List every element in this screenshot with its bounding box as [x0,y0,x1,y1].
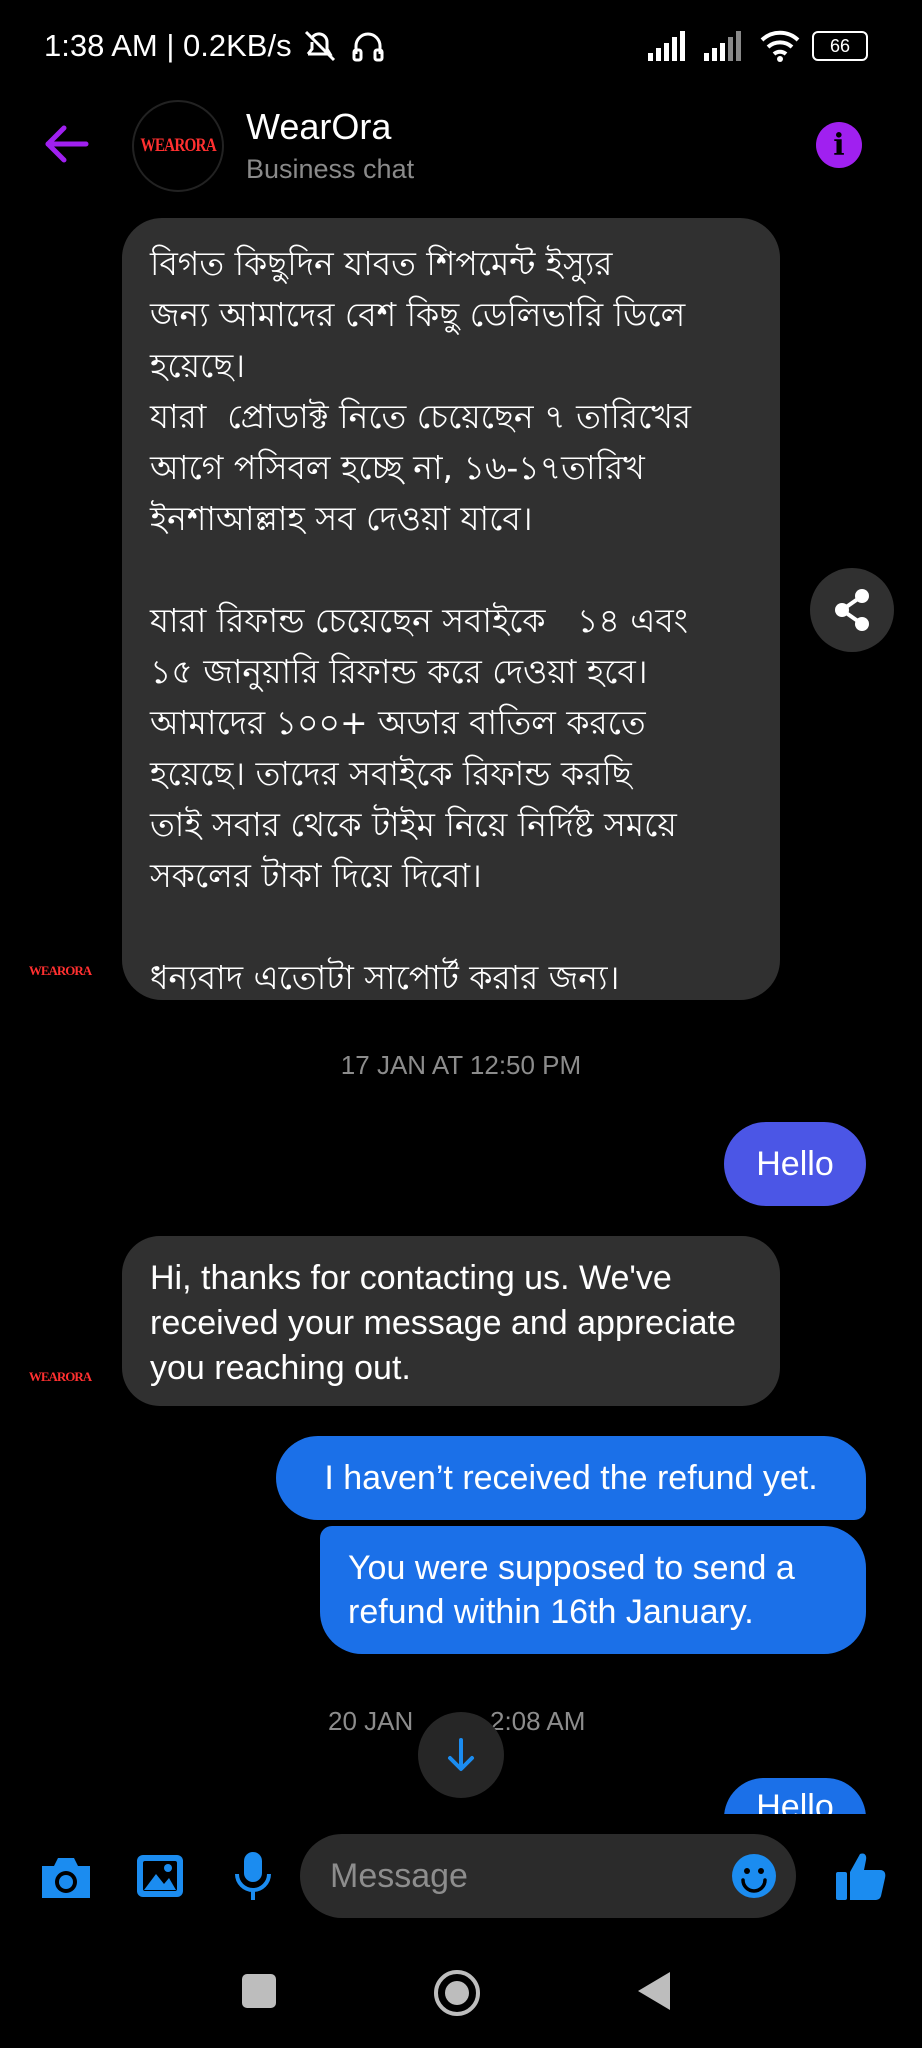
gallery-icon[interactable] [134,1850,186,1902]
emoji-icon[interactable] [730,1852,778,1900]
headphones-icon [352,32,384,62]
sender-logo: WEARORA [28,1369,92,1384]
outgoing-message[interactable]: You were supposed to send a refund withi… [320,1526,866,1654]
incoming-message-notice[interactable]: বিগত কিছুদিন যাবত শিপমেন্ট ইস্যুর জন্য আ… [122,218,780,1000]
sender-logo: WEARORA [28,963,92,978]
status-time: 1:38 AM | 0.2KB/s [44,28,292,63]
incoming-message-auto-reply[interactable]: Hi, thanks for contacting us. We've rece… [122,1236,780,1406]
outgoing-message[interactable]: Hello [724,1122,866,1206]
info-icon[interactable]: i [816,122,862,168]
sender-avatar-2: WEARORA [28,1366,92,1385]
sender-avatar-1: WEARORA [28,960,92,979]
avatar[interactable]: WEARORA [132,100,224,192]
status-notification-icons [300,28,386,64]
outgoing-message-partial[interactable]: Hello [724,1778,866,1818]
battery-icon: 66 [812,31,868,61]
chat-title[interactable]: WearOra [246,106,391,148]
outgoing-message[interactable]: I haven’t received the refund yet. [276,1436,866,1520]
share-icon [835,589,869,631]
message-input[interactable] [330,1834,690,1918]
camera-icon[interactable] [38,1852,94,1902]
signal-icon-2 [704,31,741,61]
wifi-icon [760,30,800,62]
recents-button[interactable] [242,1974,276,2008]
back-arrow-icon[interactable] [40,118,92,170]
chat-subtitle: Business chat [246,154,415,184]
timestamp-right: 2:08 AM [490,1706,586,1736]
timestamp: 17 JAN AT 12:50 PM [340,1050,582,1080]
microphone-icon[interactable] [230,1848,276,1904]
message-composer[interactable] [300,1834,796,1918]
timestamp-left: 20 JAN [328,1706,414,1736]
avatar-logo: WEARORA [140,135,216,156]
arrow-down-icon [448,1738,474,1771]
status-system-icons: 66 [648,30,868,62]
mute-icon [304,30,336,62]
share-button[interactable] [810,568,894,652]
back-button[interactable] [636,1970,674,2012]
divider [0,1814,922,1818]
thumbs-up-icon[interactable] [832,1848,888,1904]
signal-icon [648,31,685,61]
home-button[interactable] [432,1968,482,2018]
scroll-to-bottom-button[interactable] [418,1712,504,1798]
